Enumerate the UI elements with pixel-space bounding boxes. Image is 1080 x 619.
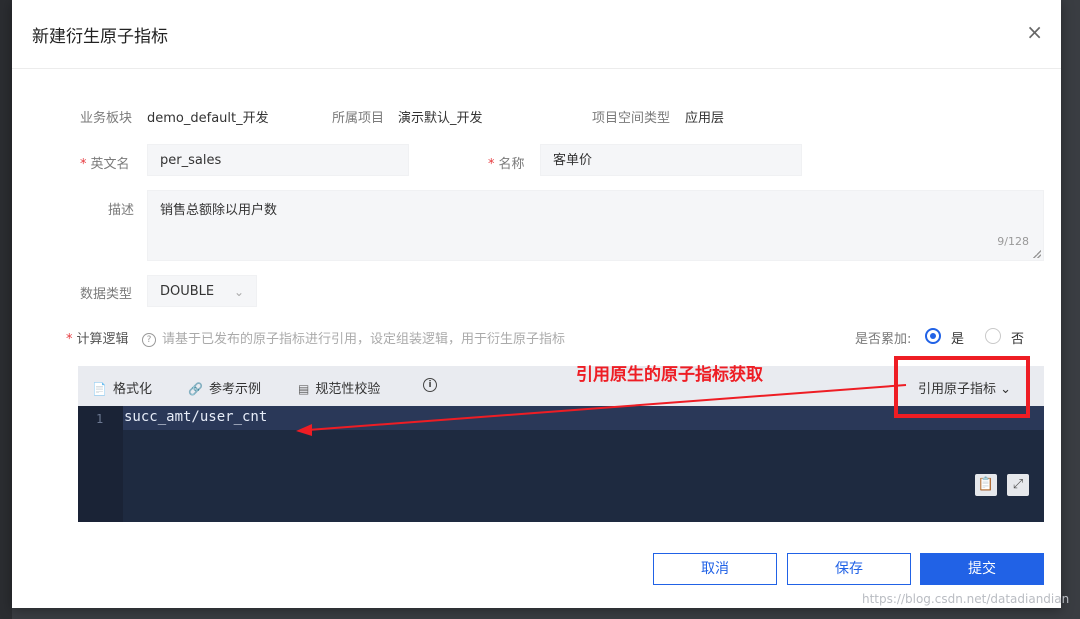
desc-textarea[interactable]: 销售总额除以用户数 9/128 [147, 190, 1044, 261]
page-backdrop [0, 0, 12, 619]
en-name-input[interactable]: per_sales [147, 144, 409, 176]
dialog-title: 新建衍生原子指标 [32, 22, 168, 47]
code-line[interactable]: succ_amt/user_cnt [124, 409, 267, 425]
accumulate-no-radio[interactable] [985, 328, 1001, 344]
validate-label: 规范性校验 [315, 382, 380, 397]
annotation-text: 引用原生的原子指标获取 [576, 360, 763, 385]
resize-handle[interactable] [1033, 250, 1041, 258]
save-button[interactable]: 保存 [787, 553, 911, 585]
line-number: 1 [96, 412, 103, 426]
desc-label: 描述 [108, 199, 134, 218]
logic-hint: ? 请基于已发布的原子指标进行引用，设定组装逻辑，用于衍生原子指标 [142, 328, 565, 347]
project-value: 演示默认_开发 [398, 107, 483, 126]
datatype-select[interactable]: DOUBLE ⌄ [147, 275, 257, 307]
name-input[interactable]: 客单价 [540, 144, 802, 176]
annotation-highlight-box [894, 356, 1030, 418]
editor-gutter: 1 [78, 406, 123, 522]
datatype-value: DOUBLE [160, 284, 214, 299]
project-label: 所属项目 [332, 107, 384, 126]
watermark: https://blog.csdn.net/datadiandian [862, 592, 1069, 606]
checklist-icon: ▤ [298, 382, 309, 396]
link-icon: 🔗 [188, 382, 203, 396]
close-icon[interactable]: × [1026, 22, 1043, 42]
info-icon[interactable]: i [423, 378, 437, 392]
en-name-label-text: 英文名 [91, 157, 130, 172]
name-label: * 名称 [488, 153, 525, 172]
example-label: 参考示例 [209, 382, 261, 397]
create-derived-metric-dialog: 新建衍生原子指标 × 业务板块 demo_default_开发 所属项目 演示默… [12, 0, 1061, 608]
submit-button[interactable]: 提交 [920, 553, 1044, 585]
format-label: 格式化 [113, 382, 152, 397]
en-name-label: * 英文名 [80, 153, 130, 172]
logic-label: * 计算逻辑 [66, 328, 129, 347]
business-label: 业务板块 [80, 107, 132, 126]
validate-button[interactable]: ▤ 规范性校验 [298, 378, 380, 397]
required-mark: * [66, 332, 73, 347]
logic-label-text: 计算逻辑 [77, 332, 129, 347]
accumulate-label: 是否累加: [855, 328, 911, 347]
name-label-text: 名称 [499, 157, 525, 172]
space-type-value: 应用层 [685, 107, 724, 126]
desc-text: 销售总额除以用户数 [160, 199, 277, 218]
required-mark: * [80, 157, 87, 172]
datatype-label: 数据类型 [80, 283, 132, 302]
chevron-down-icon: ⌄ [234, 276, 244, 308]
dialog-header: 新建衍生原子指标 × [12, 0, 1061, 69]
copy-icon[interactable]: 📋 [975, 474, 997, 496]
business-value: demo_default_开发 [147, 107, 269, 126]
accumulate-yes-radio[interactable] [925, 328, 941, 344]
example-button[interactable]: 🔗 参考示例 [188, 378, 261, 397]
cancel-button[interactable]: 取消 [653, 553, 777, 585]
fullscreen-icon[interactable]: ⤢ [1007, 474, 1029, 496]
help-icon: ? [142, 333, 156, 347]
accumulate-yes-label[interactable]: 是 [951, 328, 964, 347]
required-mark: * [488, 157, 495, 172]
char-counter: 9/128 [997, 235, 1029, 248]
accumulate-no-label[interactable]: 否 [1011, 328, 1024, 347]
format-button[interactable]: 📄 格式化 [92, 378, 152, 397]
space-type-label: 项目空间类型 [592, 107, 670, 126]
document-icon: 📄 [92, 382, 107, 396]
code-editor[interactable]: 1 succ_amt/user_cnt 📋 ⤢ [78, 406, 1044, 522]
logic-hint-text: 请基于已发布的原子指标进行引用，设定组装逻辑，用于衍生原子指标 [162, 332, 565, 347]
